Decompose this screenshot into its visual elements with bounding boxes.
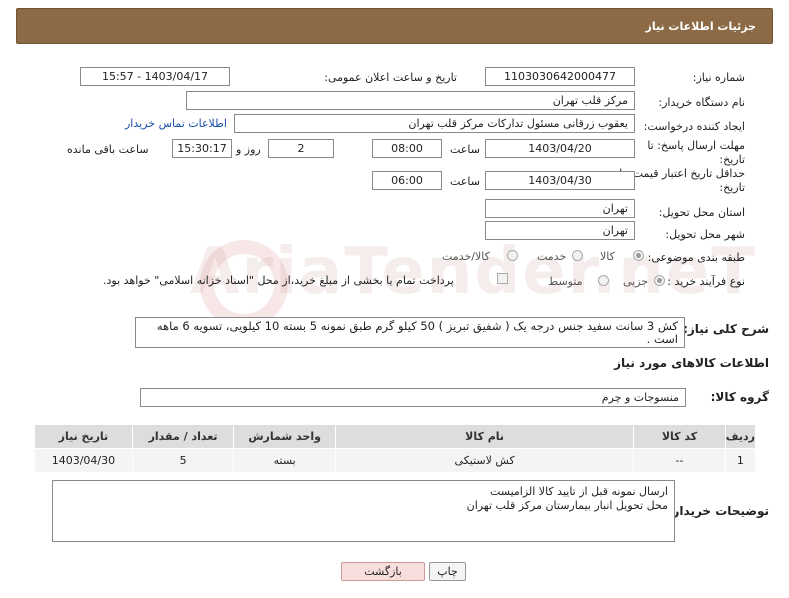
buyer-notes-field[interactable]: ارسال نمونه قبل از تایید کالا الزامیست م… — [52, 480, 675, 542]
requester-field[interactable]: یعقوب زرقانی مسئول تدارکات مرکز قلب تهرا… — [234, 114, 635, 133]
buyer-notes-line-2: محل تحویل انبار بیمارستان مرکز قلب تهران — [466, 499, 668, 512]
goods-group-label: گروه کالا: — [710, 390, 769, 404]
need-number-label: شماره نیاز: — [692, 71, 745, 84]
province-label: استان محل تحویل: — [658, 206, 745, 219]
description-field[interactable]: کش 3 سانت سفید جنس درجه یک ( شفیق تبریز … — [135, 317, 685, 348]
deadline-time-label: ساعت — [450, 143, 480, 156]
description-label: شرح کلی نیاز: — [683, 322, 769, 336]
category-radio-goods-service[interactable] — [507, 250, 518, 261]
page-title: جزئیات اطلاعات نیاز — [645, 19, 757, 33]
validity-time-label: ساعت — [450, 175, 480, 188]
page-header: جزئیات اطلاعات نیاز — [16, 8, 773, 44]
remaining-time-field[interactable]: 15:30:17 — [172, 139, 232, 158]
days-label: روز و — [236, 143, 261, 156]
province-field[interactable]: تهران — [485, 199, 635, 218]
buyer-notes-label: توضیحات خریدار: — [667, 504, 769, 518]
col-row: ردیف — [724, 424, 757, 449]
category-goods-label: کالا — [600, 250, 615, 263]
goods-table-header: ردیف کد کالا نام کالا واحد شمارش تعداد /… — [34, 424, 757, 449]
contact-buyer-link[interactable]: اطلاعات تماس خریدار — [125, 117, 227, 130]
process-radio-medium[interactable] — [598, 275, 609, 286]
print-button[interactable]: چاپ — [429, 562, 466, 581]
deadline-date-field[interactable]: 1403/04/20 — [485, 139, 635, 158]
watermark-text: AriaTender.neT — [190, 235, 757, 309]
cell-row: 1 — [724, 448, 757, 473]
cell-name: کش لاستیکی — [334, 448, 635, 473]
goods-section-title: اطلاعات کالاهای مورد نیاز — [614, 356, 769, 370]
validity-label: حداقل تاریخ اعتبار قیمت: تا — [619, 167, 745, 180]
col-qty: تعداد / مقدار — [131, 424, 235, 449]
table-row[interactable]: 1 -- کش لاستیکی بسته 5 1403/04/30 — [34, 448, 757, 473]
category-goods-service-label: کالا/خدمت — [442, 250, 490, 263]
announce-field[interactable]: 1403/04/17 - 15:57 — [80, 67, 230, 86]
category-radio-service[interactable] — [572, 250, 583, 261]
goods-table: ردیف کد کالا نام کالا واحد شمارش تعداد /… — [34, 424, 757, 473]
cell-code: -- — [633, 448, 726, 473]
buyer-org-field[interactable]: مرکز قلب تهران — [186, 91, 635, 110]
city-label: شهر محل تحویل: — [665, 228, 745, 241]
category-label: طبقه بندی موضوعی: — [647, 251, 745, 264]
col-date: تاریخ نیاز — [34, 424, 133, 449]
deadline-time-field[interactable]: 08:00 — [372, 139, 442, 158]
col-unit: واحد شمارش — [233, 424, 336, 449]
treasury-checkbox[interactable] — [497, 273, 508, 284]
col-code: کد کالا — [633, 424, 726, 449]
process-minor-label: جزیی — [623, 275, 649, 288]
validity-label-date: تاریخ: — [719, 181, 745, 194]
cell-unit: بسته — [233, 448, 336, 473]
days-field[interactable]: 2 — [268, 139, 334, 158]
process-medium-label: متوسط — [548, 275, 583, 288]
validity-time-field[interactable]: 06:00 — [372, 171, 442, 190]
back-button[interactable]: بازگشت — [341, 562, 425, 581]
validity-date-field[interactable]: 1403/04/30 — [485, 171, 635, 190]
buyer-org-label: نام دستگاه خریدار: — [658, 96, 745, 109]
col-name: نام کالا — [334, 424, 635, 449]
goods-group-field[interactable]: منسوجات و چرم — [140, 388, 686, 407]
cell-qty: 5 — [131, 448, 235, 473]
category-service-label: خدمت — [537, 250, 567, 263]
remaining-label: ساعت باقی مانده — [67, 143, 149, 156]
process-label: نوع فرآیند خرید : — [667, 275, 745, 288]
deadline-label-date: تاریخ: — [719, 153, 745, 166]
process-radio-minor[interactable] — [654, 275, 665, 286]
category-radio-goods[interactable] — [633, 250, 644, 261]
requester-label: ایجاد کننده درخواست: — [643, 120, 745, 133]
deadline-label: مهلت ارسال پاسخ: تا — [647, 139, 745, 152]
need-number-field[interactable]: 1103030642000477 — [485, 67, 635, 86]
cell-date: 1403/04/30 — [34, 448, 133, 473]
buyer-notes-line-1: ارسال نمونه قبل از تایید کالا الزامیست — [489, 485, 668, 498]
payment-note: پرداخت تمام یا بخشی از مبلغ خرید،از محل … — [103, 274, 454, 287]
announce-label: تاریخ و ساعت اعلان عمومی: — [324, 71, 457, 84]
city-field[interactable]: تهران — [485, 221, 635, 240]
